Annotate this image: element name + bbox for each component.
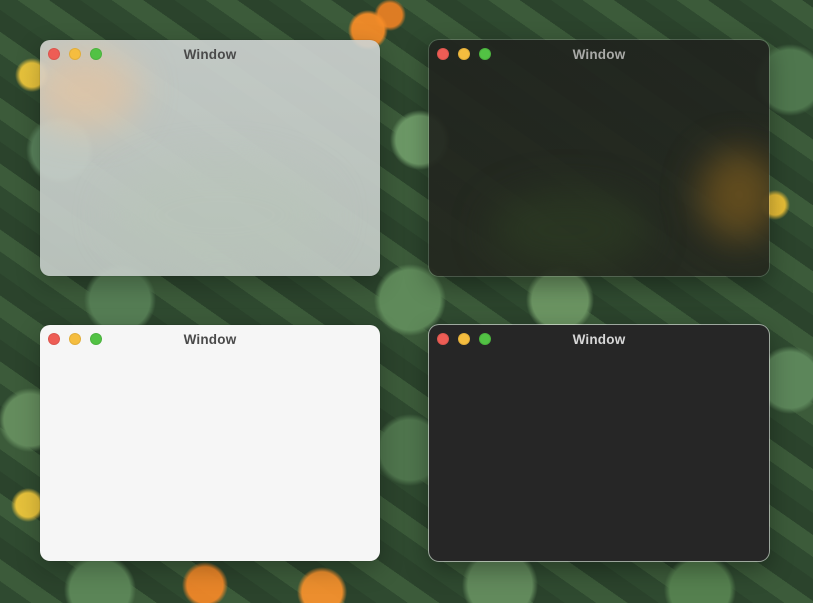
titlebar[interactable]: Window xyxy=(40,325,380,353)
titlebar[interactable]: Window xyxy=(429,40,769,68)
titlebar[interactable]: Window xyxy=(40,40,380,68)
window-light-translucent[interactable]: Window xyxy=(40,40,380,276)
window-title: Window xyxy=(183,332,237,347)
titlebar[interactable]: Window xyxy=(429,325,769,353)
wallpaper-bleed xyxy=(489,190,649,270)
wallpaper-bleed xyxy=(110,160,330,270)
window-title: Window xyxy=(183,47,237,62)
window-dark-translucent[interactable]: Window xyxy=(429,40,769,276)
window-dark-solid[interactable]: Window xyxy=(429,325,769,561)
window-title: Window xyxy=(572,47,626,62)
window-title: Window xyxy=(572,332,626,347)
window-light-solid[interactable]: Window xyxy=(40,325,380,561)
wallpaper-bleed xyxy=(699,150,769,240)
